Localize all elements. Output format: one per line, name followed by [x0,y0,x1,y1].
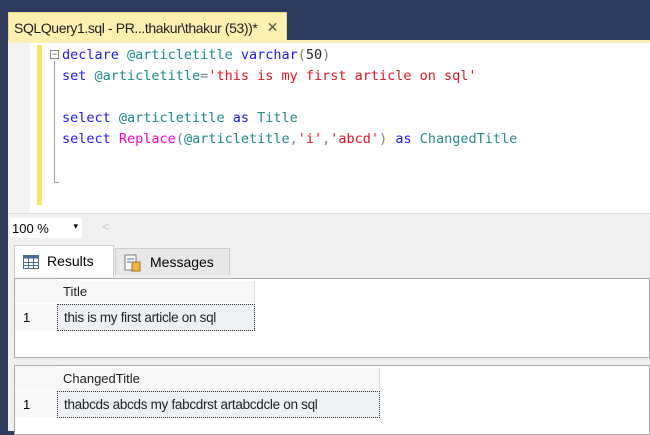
code-text[interactable]: declare @articletitle varchar(50) set @ar… [62,45,517,150]
code-line[interactable]: select Replace(@articletitle,'i','abcd')… [62,129,517,150]
row-number: 1 [23,310,31,325]
zoom-value: 100 % [12,221,49,236]
result-grid-title[interactable]: Title 1 this is my first article on sql [14,278,650,358]
document-tab-title: SQLQuery1.sql - PR...thakur\thakur (53))… [14,20,258,36]
code-token: @articletitle [183,131,290,147]
code-line[interactable]: select @articletitle as Title [62,108,517,129]
code-token: ) [379,131,396,147]
row-number: 1 [23,397,31,412]
zoom-bar: 100 % ▾ < [8,213,650,241]
grid-icon [23,255,39,270]
code-token: @articletitle [94,68,201,84]
tab-messages-label: Messages [150,254,214,270]
code-token: 50 [305,47,323,63]
code-token: as [232,110,258,126]
code-token: ( [297,47,306,63]
code-token: select [62,131,119,147]
code-token: 'i' [297,131,323,147]
tab-results[interactable]: Results [14,245,114,277]
change-marker-bar [37,45,42,205]
code-token: Title [257,110,298,126]
code-line[interactable]: declare @articletitle varchar(50) [62,45,517,66]
code-token: declare [62,47,128,63]
code-token: @articletitle [118,110,233,126]
code-token: as [395,131,420,147]
zoom-select[interactable]: 100 % ▾ [10,218,82,238]
code-token: set [62,68,95,84]
tab-messages[interactable]: Messages [115,248,230,275]
code-token: Replace [118,131,176,147]
results-pane: Results Messages Title 1 this is my firs… [8,241,650,435]
collapse-icon[interactable]: − [50,50,59,59]
close-icon[interactable]: ✕ [267,19,279,36]
query-editor[interactable]: − declare @articletitle varchar(50) set @… [8,43,650,213]
code-token: 'this is my first article on sql' [208,68,477,84]
grid-corner [15,366,57,390]
column-header[interactable]: ChangedTitle [57,368,380,390]
code-token: varchar [240,47,298,63]
grid-cell[interactable]: this is my first article on sql [57,304,255,331]
code-line[interactable] [62,87,517,108]
code-token: select [62,110,119,126]
document-tab[interactable]: SQLQuery1.sql - PR...thakur\thakur (53))… [8,12,287,42]
code-token: ChangedTitle [419,131,518,147]
tab-results-label: Results [47,253,94,269]
result-grid-changedtitle[interactable]: ChangedTitle 1 thabcds abcds my fabcdrst… [14,365,650,435]
column-header[interactable]: Title [57,281,255,303]
row-header [15,304,57,331]
chevron-down-icon: ▾ [73,221,78,231]
editor-gutter [8,43,30,213]
outline-line [54,61,59,183]
grid-corner [15,279,57,303]
code-line[interactable]: set @articletitle='this is my first arti… [62,66,517,87]
code-token: ) [322,47,331,63]
code-token: @articletitle [127,47,241,63]
grid-cell[interactable]: thabcds abcds my fabcdrst artabcdcle on … [57,391,380,418]
code-token: 'abcd' [330,131,380,147]
scroll-left-icon[interactable]: < [102,219,110,234]
code-token: , [289,131,298,147]
messages-icon [124,254,141,272]
row-header [15,391,57,418]
code-token: ( [175,131,184,147]
